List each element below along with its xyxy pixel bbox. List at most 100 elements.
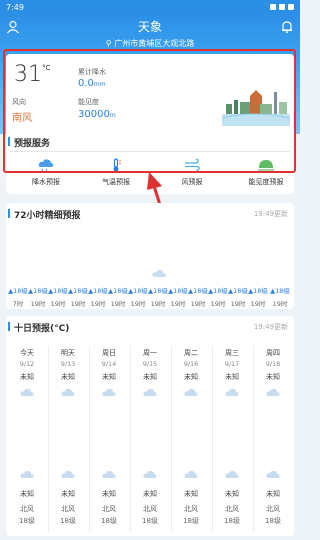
cloud-icon (225, 388, 239, 396)
day-low: 未知 (61, 490, 75, 498)
day-low: 未知 (266, 490, 280, 498)
hour-wind: ▲18级 (128, 287, 148, 295)
cloud-icon (20, 388, 34, 396)
hour-wind: ▲18级 (68, 287, 88, 295)
cloud-icon (225, 470, 239, 478)
day-high: 未知 (61, 373, 75, 381)
hourly-updated: 19:49更新 (253, 210, 288, 218)
cloud-icon (152, 269, 166, 277)
current-weather-card: 31 °C 累计降水 0.0mm 风向 南风 能见度 30000m (6, 54, 294, 132)
day-column[interactable]: 周日 9/14 未知 未知 北风 18级 (89, 344, 129, 534)
hour-wind: ▲18级 (188, 287, 208, 295)
day-high: 未知 (225, 373, 239, 381)
rain-unit: mm (93, 81, 106, 88)
thermometer-icon (113, 158, 121, 172)
signal-icon (279, 4, 285, 10)
visibility-amount: 30000 (78, 109, 110, 120)
day-date: 9/17 (224, 360, 240, 368)
day-column[interactable]: 周三 9/17 未知 未知 北风 18级 (212, 344, 252, 534)
day-date: 9/16 (183, 360, 199, 368)
service-visibility-forecast[interactable]: 能见度预报 (236, 154, 296, 192)
hour-time: 19时 (130, 300, 146, 308)
location-label[interactable]: ⚲ 广州市黄埔区大观北路 (0, 38, 300, 49)
day-date: 9/14 (101, 360, 117, 368)
services-divider (10, 151, 290, 152)
day-column[interactable]: 周一 9/15 未知 未知 北风 18级 (130, 344, 170, 534)
hour-time: 19时 (210, 300, 226, 308)
hour-time: 7时 (12, 300, 24, 308)
day-name: 周二 (184, 349, 198, 357)
cloud-icon (102, 470, 116, 478)
hour-wind: ▲18级 (248, 287, 268, 295)
hour-wind: ▲18级 (148, 287, 168, 295)
hour-wind: ▲18级 (208, 287, 228, 295)
service-label: 能见度预报 (248, 178, 284, 186)
services-title: 预报服务 (7, 136, 50, 149)
day-high: 未知 (143, 373, 157, 381)
rain-label: 累计降水 (78, 68, 106, 76)
service-wind-forecast[interactable]: 风预报 (162, 154, 222, 192)
bell-icon[interactable] (280, 20, 294, 34)
day-wind-level: 18级 (19, 517, 35, 525)
hour-wind: ▲18级 (108, 287, 128, 295)
day-wind-dir: 北风 (225, 505, 239, 513)
cloud-icon (184, 470, 198, 478)
day-column[interactable]: 今天 9/12 未知 未知 北风 18级 (7, 344, 47, 534)
day-high: 未知 (184, 373, 198, 381)
cloud-icon (143, 388, 157, 396)
day-wind-level: 18级 (60, 517, 76, 525)
day-name: 周日 (102, 349, 116, 357)
forecast-services-card: 预报服务 降水预报 气温预报 风预报 能见度预报 (6, 132, 294, 194)
rain-value: 0.0mm (78, 78, 106, 89)
cloud-icon (61, 388, 75, 396)
wifi-icon (270, 4, 276, 10)
status-time: 7:49 (6, 2, 24, 12)
hour-time: 19时 (170, 300, 186, 308)
hour-time: 19时 (70, 300, 86, 308)
day-name: 周三 (225, 349, 239, 357)
day-wind-dir: 北风 (143, 505, 157, 513)
day-name: 周一 (143, 349, 157, 357)
hour-time: 19时 (110, 300, 126, 308)
day-column[interactable]: 周二 9/16 未知 未知 北风 18级 (171, 344, 211, 534)
tenday-forecast-card[interactable]: 十日预报(°C) 19:49更新 今天 9/12 未知 未知 北风 18级 明天… (6, 316, 294, 536)
day-wind-dir: 北风 (102, 505, 116, 513)
page-title: 天象 (137, 20, 162, 34)
location-pin-icon: ⚲ (105, 39, 115, 48)
visibility-value: 30000m (78, 109, 116, 120)
visibility-unit: m (109, 112, 116, 119)
day-high: 未知 (20, 373, 34, 381)
cloud-icon (143, 470, 157, 478)
current-temp: 31 (14, 62, 42, 87)
day-wind-level: 18级 (142, 517, 158, 525)
tenday-updated: 19:49更新 (253, 323, 288, 331)
day-name: 今天 (20, 349, 34, 357)
hour-time: 19时 (250, 300, 266, 308)
day-column[interactable]: 明天 9/13 未知 未知 北风 18级 (48, 344, 88, 534)
visibility-label: 能见度 (78, 98, 99, 106)
day-low: 未知 (143, 490, 157, 498)
day-high: 未知 (102, 373, 116, 381)
visibility-icon (258, 160, 274, 171)
day-date: 9/13 (60, 360, 76, 368)
rain-amount: 0.0 (78, 78, 94, 89)
cloud-icon (102, 388, 116, 396)
day-wind-level: 18级 (101, 517, 117, 525)
day-wind-level: 18级 (183, 517, 199, 525)
hour-wind: ▲18级 (270, 287, 290, 295)
day-name: 周四 (266, 349, 280, 357)
day-column[interactable]: 周四 9/18 未知 未知 北风 18级 (253, 344, 293, 534)
service-temp-forecast[interactable]: 气温预报 (86, 154, 146, 192)
battery-icon (288, 4, 294, 10)
hour-wind: ▲18级 (88, 287, 108, 295)
day-wind-level: 18级 (265, 517, 281, 525)
hourly-forecast-card[interactable]: 72小时精细预报 19:49更新 ▲18级 7时 ▲18级 19时 ▲18级 1… (6, 203, 294, 309)
hour-wind: ▲18级 (8, 287, 28, 295)
hour-wind: ▲18级 (28, 287, 48, 295)
service-rain-forecast[interactable]: 降水预报 (16, 154, 76, 192)
day-low: 未知 (20, 490, 34, 498)
day-date: 9/18 (265, 360, 281, 368)
wind-value: 南风 (12, 113, 32, 124)
status-bar: 7:49 (0, 0, 300, 14)
day-high: 未知 (266, 373, 280, 381)
